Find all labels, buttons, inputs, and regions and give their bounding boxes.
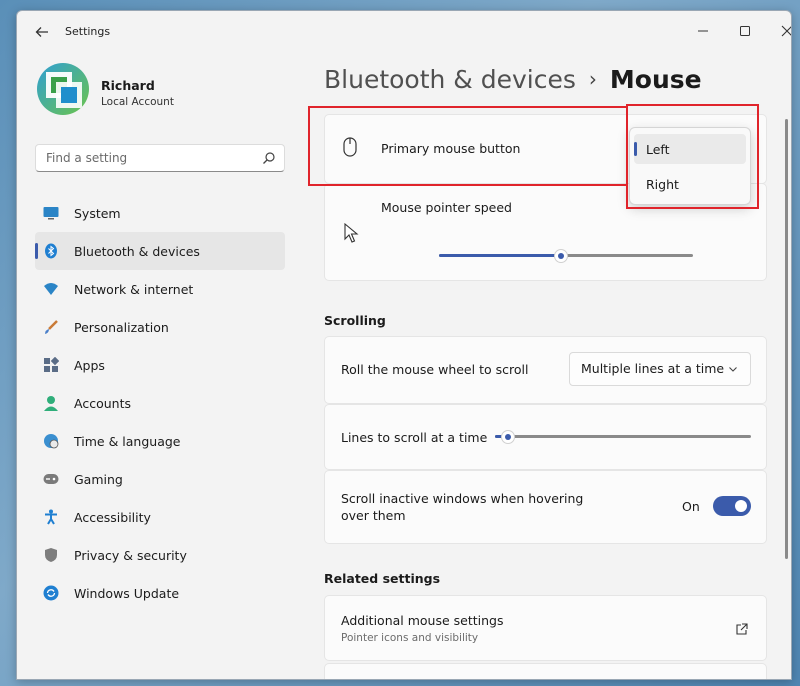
pointer-speed-slider[interactable] — [439, 249, 693, 263]
sidebar-item-bluetooth-devices[interactable]: Bluetooth & devices — [35, 232, 285, 270]
sidebar-item-accessibility[interactable]: Accessibility — [35, 498, 285, 536]
sidebar-item-accounts[interactable]: Accounts — [35, 384, 285, 422]
slider-fill — [439, 254, 561, 257]
back-arrow-icon[interactable] — [33, 23, 51, 41]
person-icon — [43, 395, 59, 411]
roll-wheel-label: Roll the mouse wheel to scroll — [341, 362, 529, 377]
sidebar-item-label: Accounts — [74, 395, 131, 411]
sidebar-item-label: System — [74, 205, 121, 221]
scroll-inactive-card: Scroll inactive windows when hovering ov… — [324, 470, 767, 544]
search-box[interactable] — [35, 144, 285, 172]
lines-to-scroll-label: Lines to scroll at a time — [341, 430, 488, 445]
shield-icon — [43, 547, 59, 563]
scrollbar[interactable] — [785, 119, 788, 559]
sidebar-item-time-language[interactable]: Time & language — [35, 422, 285, 460]
update-icon — [43, 585, 59, 601]
chevron-down-icon — [728, 362, 738, 377]
slider-thumb[interactable] — [554, 249, 568, 263]
slider-thumb[interactable] — [501, 430, 515, 444]
roll-wheel-value: Multiple lines at a time — [581, 361, 725, 376]
avatar[interactable] — [37, 63, 89, 115]
account-type: Local Account — [101, 96, 174, 108]
additional-mouse-settings-subtitle: Pointer icons and visibility — [341, 632, 479, 644]
breadcrumb-separator: › — [588, 67, 597, 91]
lines-to-scroll-card: Lines to scroll at a time — [324, 404, 767, 470]
app-title: Settings — [65, 25, 111, 38]
pointer-icon — [343, 222, 359, 248]
bluetooth-icon — [43, 243, 59, 259]
sidebar-nav: System Bluetooth & devices Network & int… — [35, 194, 285, 612]
sidebar-item-label: Personalization — [74, 319, 169, 335]
search-icon[interactable] — [262, 150, 276, 164]
sidebar-item-label: Time & language — [74, 433, 181, 449]
roll-wheel-card: Roll the mouse wheel to scroll Multiple … — [324, 336, 767, 404]
roll-wheel-select[interactable]: Multiple lines at a time — [569, 352, 751, 386]
external-link-icon[interactable] — [735, 621, 748, 640]
sidebar-item-label: Network & internet — [74, 281, 194, 297]
pointer-speed-label: Mouse pointer speed — [381, 200, 512, 215]
sidebar-item-personalization[interactable]: Personalization — [35, 308, 285, 346]
sidebar-item-apps[interactable]: Apps — [35, 346, 285, 384]
maximize-button[interactable] — [731, 19, 759, 43]
sidebar-item-label: Apps — [74, 357, 105, 373]
user-name: Richard — [101, 78, 155, 93]
sidebar-item-label: Gaming — [74, 471, 123, 487]
scroll-inactive-label-line1: Scroll inactive windows when hovering — [341, 491, 584, 506]
breadcrumb-parent[interactable]: Bluetooth & devices — [324, 65, 576, 94]
gamepad-icon — [43, 471, 59, 487]
scroll-inactive-toggle[interactable] — [713, 496, 751, 516]
section-heading-related: Related settings — [324, 571, 441, 586]
monitor-icon — [43, 205, 59, 221]
sidebar-item-label: Windows Update — [74, 585, 180, 601]
title-bar: Settings — [17, 11, 791, 53]
brush-icon — [43, 319, 59, 335]
next-setting-card[interactable] — [324, 663, 767, 679]
page-title: Mouse — [609, 65, 702, 94]
highlight-box-dropdown — [626, 104, 759, 209]
accessibility-icon — [43, 509, 59, 525]
sidebar-item-label: Privacy & security — [74, 547, 187, 563]
sidebar-item-windows-update[interactable]: Windows Update — [35, 574, 285, 612]
sidebar-item-system[interactable]: System — [35, 194, 285, 232]
globe-clock-icon — [43, 433, 59, 449]
slider-track — [495, 435, 751, 438]
sidebar-item-gaming[interactable]: Gaming — [35, 460, 285, 498]
minimize-button[interactable] — [689, 19, 717, 43]
wifi-icon — [43, 281, 59, 297]
close-button[interactable] — [773, 19, 791, 43]
lines-to-scroll-slider[interactable] — [495, 430, 751, 444]
apps-icon — [43, 357, 59, 373]
toggle-state-label: On — [682, 499, 700, 514]
section-heading-scrolling: Scrolling — [324, 313, 386, 328]
sidebar-item-privacy-security[interactable]: Privacy & security — [35, 536, 285, 574]
additional-mouse-settings-title: Additional mouse settings — [341, 613, 504, 628]
scroll-inactive-label-line2: over them — [341, 508, 406, 523]
sidebar-item-network[interactable]: Network & internet — [35, 270, 285, 308]
sidebar-item-label: Accessibility — [74, 509, 151, 525]
highlight-box-setting — [308, 106, 628, 186]
additional-mouse-settings-card[interactable]: Additional mouse settings Pointer icons … — [324, 595, 767, 661]
settings-window: Settings Richard Local Account System — [16, 10, 792, 680]
search-input[interactable] — [44, 150, 258, 166]
sidebar-item-label: Bluetooth & devices — [74, 243, 200, 259]
breadcrumb: Bluetooth & devices › Mouse — [324, 65, 702, 94]
